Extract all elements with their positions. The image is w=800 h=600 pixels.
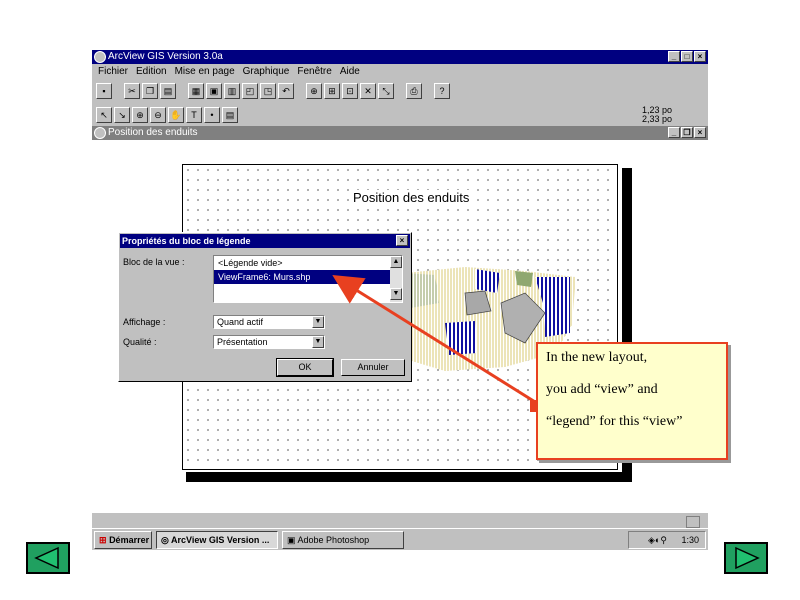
callout-note: In the new layout, you add “view” and “l… — [536, 342, 728, 460]
callout-line: you add “view” and — [546, 382, 658, 397]
prev-slide-button[interactable] — [26, 542, 70, 574]
right-arrow-icon — [735, 546, 760, 570]
callout-line: “legend” for this “view” — [546, 414, 683, 429]
callout-line: In the new layout, — [546, 350, 648, 365]
next-slide-button[interactable] — [724, 542, 768, 574]
annotation-arrow — [332, 275, 541, 412]
left-arrow-icon — [34, 546, 59, 570]
